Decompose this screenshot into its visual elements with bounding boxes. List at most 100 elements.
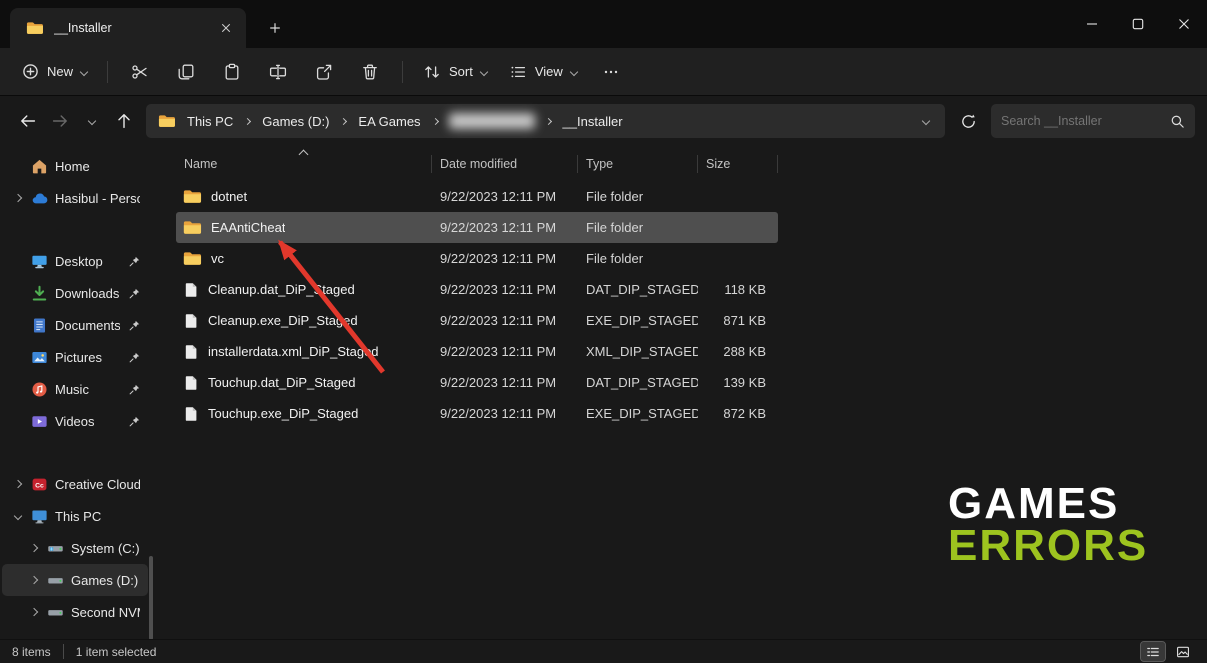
sidebar-item-onedrive[interactable]: Hasibul - Persor	[2, 182, 148, 214]
sidebar-item-creative-cloud[interactable]: Cc Creative Cloud F	[2, 468, 148, 500]
close-window-button[interactable]	[1161, 0, 1207, 48]
refresh-button[interactable]	[951, 104, 985, 138]
explorer-tab[interactable]: __Installer	[10, 8, 246, 48]
pin-icon	[129, 256, 140, 267]
sidebar-item-label: This PC	[55, 509, 140, 524]
cut-icon	[131, 63, 149, 81]
file-row-cleanup-exe[interactable]: Cleanup.exe_DiP_Staged 9/22/2023 12:11 P…	[176, 305, 778, 336]
sidebar-item-music[interactable]: Music	[2, 373, 148, 405]
chevron-right-icon[interactable]	[30, 576, 38, 584]
thumbnail-view-button[interactable]	[1171, 642, 1195, 661]
address-dropdown-button[interactable]	[911, 107, 941, 135]
file-row-eaanticheat[interactable]: EAAntiCheat 9/22/2023 12:11 PM File fold…	[176, 212, 778, 243]
sidebar-item-documents[interactable]: Documents	[2, 309, 148, 341]
status-bar: 8 items 1 item selected	[0, 639, 1207, 663]
tab-title: __Installer	[54, 21, 204, 35]
recent-locations-button[interactable]	[76, 105, 108, 137]
chevron-right-icon[interactable]	[30, 544, 38, 552]
chevron-right-icon[interactable]	[14, 194, 22, 202]
sidebar-item-this-pc[interactable]: This PC	[2, 500, 148, 532]
new-button[interactable]: New	[12, 55, 97, 89]
sidebar-scrollbar-thumb[interactable]	[149, 556, 153, 640]
minimize-button[interactable]	[1069, 0, 1115, 48]
column-header-type[interactable]: Type	[578, 155, 698, 173]
address-bar[interactable]: This PC Games (D:) EA Games __Installer	[146, 104, 945, 138]
breadcrumb-chevron[interactable]	[430, 107, 441, 135]
back-button[interactable]	[12, 105, 44, 137]
forward-button[interactable]	[44, 105, 76, 137]
pin-icon	[129, 288, 140, 299]
sidebar-item-games-d[interactable]: Games (D:)	[2, 564, 148, 596]
chevron-right-icon[interactable]	[30, 608, 38, 616]
breadcrumb-chevron[interactable]	[242, 107, 253, 135]
sidebar-item-system-c[interactable]: System (C:)	[2, 532, 148, 564]
sidebar-item-desktop[interactable]: Desktop	[2, 245, 148, 277]
chevron-down-icon[interactable]	[14, 512, 22, 520]
this-pc-icon	[31, 508, 48, 525]
breadcrumb-ea-games[interactable]: EA Games	[351, 107, 427, 135]
search-input[interactable]	[1001, 114, 1162, 128]
item-count: 8 items	[12, 645, 51, 659]
sidebar-item-label: Documents	[55, 318, 120, 333]
chevron-right-icon[interactable]	[14, 480, 22, 488]
column-header-size[interactable]: Size	[698, 155, 778, 173]
drive-icon	[47, 572, 64, 589]
column-header-date-modified[interactable]: Date modified	[432, 155, 578, 173]
pictures-icon	[31, 349, 48, 366]
breadcrumb-this-pc[interactable]: This PC	[180, 107, 240, 135]
sidebar-section-gap	[0, 437, 150, 468]
sidebar-item-pictures[interactable]: Pictures	[2, 341, 148, 373]
plus-icon	[269, 22, 281, 34]
share-button[interactable]	[302, 55, 346, 89]
toolbar-divider	[402, 61, 403, 83]
refresh-icon	[960, 113, 977, 130]
file-row-dotnet[interactable]: dotnet 9/22/2023 12:11 PM File folder	[176, 181, 778, 212]
copy-icon	[177, 63, 195, 81]
file-row-cleanup-dat[interactable]: Cleanup.dat_DiP_Staged 9/22/2023 12:11 P…	[176, 274, 778, 305]
games-errors-watermark: GAMES ERRORS	[948, 483, 1148, 567]
new-button-label: New	[47, 64, 73, 79]
sidebar-item-home[interactable]: Home	[2, 150, 148, 182]
sort-icon	[423, 63, 441, 81]
rename-button[interactable]	[256, 55, 300, 89]
paste-button[interactable]	[210, 55, 254, 89]
view-button[interactable]: View	[499, 55, 587, 89]
up-button[interactable]	[108, 105, 140, 137]
sidebar-item-second-nvme[interactable]: Second NVME	[2, 596, 148, 628]
file-row-installerdata-xml[interactable]: installerdata.xml_DiP_Staged 9/22/2023 1…	[176, 336, 778, 367]
breadcrumb-chevron[interactable]	[543, 107, 554, 135]
onedrive-cloud-icon	[31, 190, 48, 207]
file-icon	[183, 375, 199, 391]
delete-button[interactable]	[348, 55, 392, 89]
breadcrumb-games-drive[interactable]: Games (D:)	[255, 107, 336, 135]
pin-icon	[129, 416, 140, 427]
file-row-vc[interactable]: vc 9/22/2023 12:11 PM File folder	[176, 243, 778, 274]
tab-close-button[interactable]	[214, 16, 238, 40]
file-icon	[183, 406, 199, 422]
up-icon	[115, 112, 133, 130]
folder-icon	[183, 189, 202, 204]
maximize-button[interactable]	[1115, 0, 1161, 48]
sidebar-item-downloads[interactable]: Downloads	[2, 277, 148, 309]
search-box[interactable]	[991, 104, 1195, 138]
svg-text:Cc: Cc	[35, 482, 44, 489]
folder-icon	[183, 251, 202, 266]
new-tab-button[interactable]	[262, 15, 288, 41]
new-icon	[22, 63, 39, 80]
details-view-button[interactable]	[1141, 642, 1165, 661]
file-row-touchup-exe[interactable]: Touchup.exe_DiP_Staged 9/22/2023 12:11 P…	[176, 398, 778, 429]
documents-icon	[31, 317, 48, 334]
copy-button[interactable]	[164, 55, 208, 89]
search-icon	[1170, 114, 1185, 129]
see-more-button[interactable]	[589, 55, 633, 89]
sidebar-item-videos[interactable]: Videos	[2, 405, 148, 437]
cut-button[interactable]	[118, 55, 162, 89]
paste-icon	[223, 63, 241, 81]
desktop-icon	[31, 253, 48, 270]
breadcrumb-chevron[interactable]	[338, 107, 349, 135]
sidebar-item-label: Home	[55, 159, 140, 174]
chevron-down-icon	[80, 67, 88, 75]
file-row-touchup-dat[interactable]: Touchup.dat_DiP_Staged 9/22/2023 12:11 P…	[176, 367, 778, 398]
breadcrumb-installer[interactable]: __Installer	[556, 107, 630, 135]
sort-button[interactable]: Sort	[413, 55, 497, 89]
